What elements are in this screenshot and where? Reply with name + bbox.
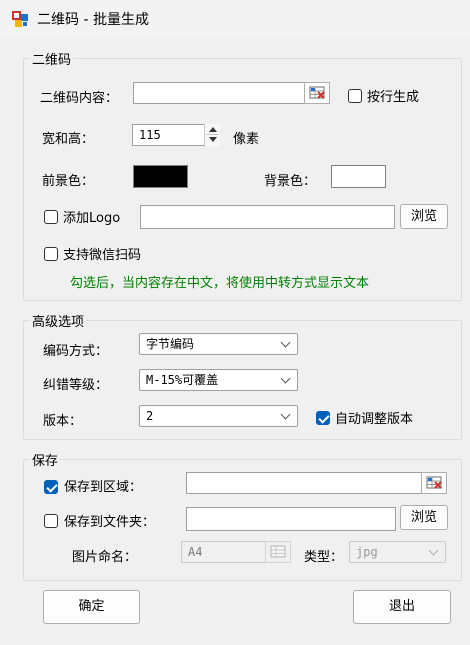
size-unit-label: 像素: [233, 132, 260, 147]
chevron-down-icon: [280, 337, 291, 348]
type-label: 类型：: [304, 550, 344, 565]
save-area-picker-button[interactable]: [421, 472, 447, 494]
pick-table-icon: [426, 476, 442, 489]
pick-table-icon: [270, 545, 286, 558]
ok-button[interactable]: 确定: [43, 590, 140, 624]
wechat-hint-text: 勾选后，当内容存在中文，将使用中转方式显示文本: [70, 276, 370, 291]
window-title: 二维码 - 批量生成: [37, 12, 149, 28]
auto-version-label: 自动调整版本: [335, 412, 414, 427]
background-color-label: 背景色：: [264, 174, 317, 189]
app-icon: [12, 11, 28, 27]
save-area-input[interactable]: [186, 472, 422, 494]
size-label: 宽和高：: [42, 132, 95, 147]
encoding-label: 编码方式：: [43, 344, 109, 359]
qrcode-group-title: 二维码: [30, 49, 74, 68]
ecc-label: 纠错等级：: [43, 378, 109, 393]
folder-browse-button[interactable]: 浏览: [400, 505, 448, 530]
exit-button[interactable]: 退出: [353, 590, 451, 624]
save-to-area-checkbox[interactable]: [44, 480, 58, 494]
per-line-checkbox[interactable]: [348, 89, 362, 103]
advanced-group-title: 高级选项: [30, 311, 87, 330]
type-select[interactable]: jpg: [349, 541, 446, 563]
version-value: 2: [146, 409, 154, 423]
version-select[interactable]: 2: [139, 405, 298, 427]
logo-browse-button[interactable]: 浏览: [400, 204, 448, 229]
spin-up-icon[interactable]: [209, 127, 217, 132]
ecc-value: M-15%可覆盖: [146, 373, 219, 387]
naming-label: 图片命名：: [72, 550, 138, 565]
save-folder-input[interactable]: [186, 507, 396, 531]
pick-table-icon: [309, 86, 325, 99]
foreground-color-swatch[interactable]: [133, 165, 188, 188]
save-to-folder-label: 保存到文件夹：: [64, 515, 156, 530]
chevron-down-icon: [280, 373, 291, 384]
content-label: 二维码内容：: [40, 91, 119, 106]
version-label: 版本：: [43, 414, 83, 429]
title-bar[interactable]: 二维码 - 批量生成: [0, 0, 470, 36]
ecc-select[interactable]: M-15%可覆盖: [139, 369, 298, 391]
wechat-checkbox[interactable]: [44, 247, 58, 261]
naming-picker-button[interactable]: [265, 541, 291, 563]
type-value: jpg: [356, 545, 378, 559]
foreground-color-label: 前景色：: [42, 174, 95, 189]
content-input[interactable]: [133, 82, 305, 104]
spin-down-icon[interactable]: [209, 137, 217, 142]
spin-divider: [206, 134, 219, 135]
add-logo-checkbox[interactable]: [44, 210, 58, 224]
auto-version-checkbox[interactable]: [316, 411, 330, 425]
size-spinner[interactable]: [204, 124, 220, 146]
save-to-area-label: 保存到区域：: [64, 480, 143, 495]
save-to-folder-checkbox[interactable]: [44, 514, 58, 528]
encoding-select[interactable]: 字节编码: [139, 333, 298, 355]
save-group-title: 保存: [30, 450, 61, 469]
content-picker-button[interactable]: [304, 82, 330, 104]
naming-input[interactable]: A4: [181, 541, 267, 563]
logo-path-input[interactable]: [140, 205, 395, 229]
background-color-swatch[interactable]: [331, 165, 386, 188]
wechat-label: 支持微信扫码: [63, 248, 142, 263]
encoding-value: 字节编码: [146, 337, 195, 351]
add-logo-label: 添加Logo: [63, 211, 121, 226]
chevron-down-icon: [280, 409, 291, 420]
chevron-down-icon: [428, 545, 439, 556]
per-line-label: 按行生成: [367, 90, 420, 105]
